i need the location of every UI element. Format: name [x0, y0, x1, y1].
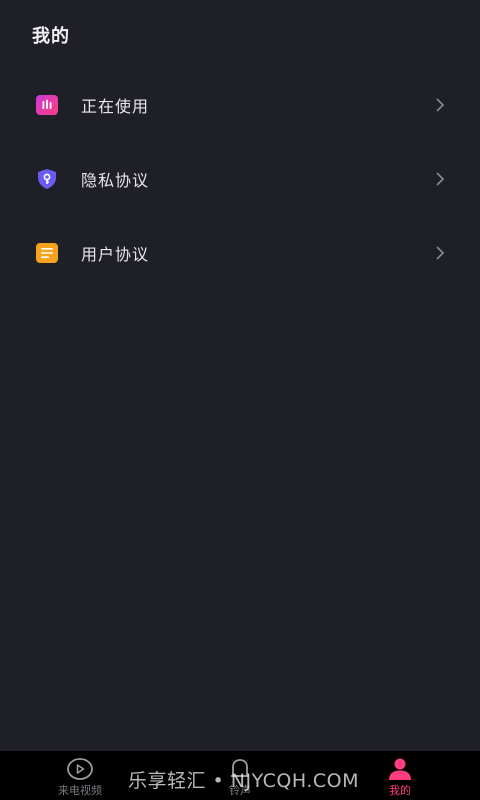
play-circle-icon	[67, 758, 93, 780]
tab-ringtone[interactable]: 铃声	[190, 751, 290, 800]
chevron-right-icon	[436, 172, 445, 186]
shield-key-icon	[35, 168, 58, 191]
tab-label: 我的	[389, 784, 411, 797]
menu-list: 正在使用 隐私协议 用户协议	[0, 68, 480, 290]
menu-item-label: 隐私协议	[81, 171, 150, 190]
person-icon	[389, 758, 411, 780]
tab-incoming-video[interactable]: 来电视频	[30, 751, 130, 800]
tab-label: 来电视频	[58, 784, 102, 797]
bell-icon	[231, 759, 249, 777]
bottom-tab-bar: 来电视频 铃声 我的	[0, 751, 480, 800]
menu-item-label: 用户协议	[81, 245, 150, 264]
tab-mine[interactable]: 我的	[350, 751, 450, 800]
page-title: 我的	[32, 26, 70, 47]
menu-item-now-using[interactable]: 正在使用	[0, 68, 480, 142]
document-icon	[35, 242, 58, 265]
menu-item-label: 正在使用	[81, 97, 150, 116]
tab-label: 铃声	[229, 784, 251, 797]
chevron-right-icon	[436, 98, 445, 112]
chevron-right-icon	[436, 246, 445, 260]
sound-bars-icon	[35, 94, 58, 117]
menu-item-user-agreement[interactable]: 用户协议	[0, 216, 480, 290]
menu-item-privacy-policy[interactable]: 隐私协议	[0, 142, 480, 216]
